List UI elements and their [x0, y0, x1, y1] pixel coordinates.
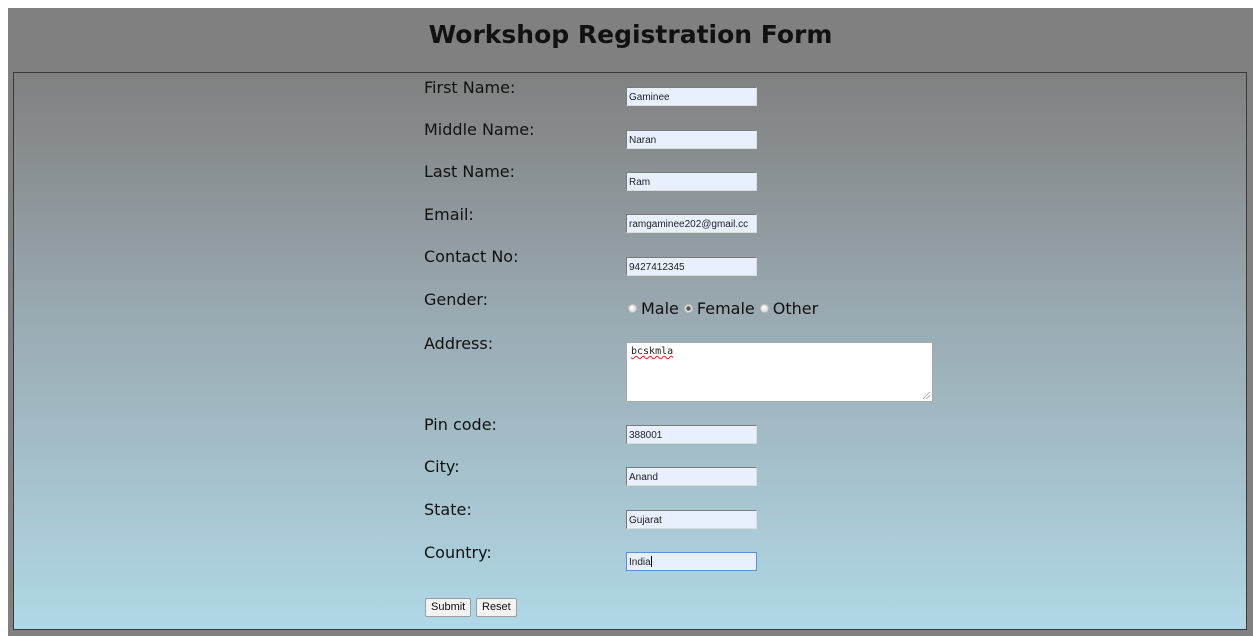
country-value: India	[629, 557, 651, 568]
pin-label: Pin code:	[424, 415, 497, 434]
gender-radio-group: Male Female Other	[628, 298, 823, 318]
gender-other-label: Other	[772, 298, 819, 318]
address-textarea[interactable]: bcskmla	[626, 342, 933, 402]
gender-label: Gender:	[424, 290, 489, 309]
last-name-label: Last Name:	[424, 162, 516, 181]
gender-option-female[interactable]: Female	[683, 298, 755, 318]
address-label: Address:	[424, 334, 494, 353]
first-name-label: First Name:	[424, 78, 516, 97]
pin-input[interactable]: 388001	[626, 425, 757, 444]
email-label: Email:	[424, 205, 474, 224]
middle-name-input[interactable]: Naran	[626, 130, 757, 149]
state-label: State:	[424, 500, 472, 519]
city-input[interactable]: Anand	[626, 467, 757, 486]
middle-name-label: Middle Name:	[424, 120, 535, 139]
address-value: bcskmla	[631, 346, 674, 357]
gender-male-label: Male	[641, 298, 679, 318]
page-title: Workshop Registration Form	[428, 20, 833, 49]
resize-grip-icon[interactable]	[923, 392, 930, 399]
text-caret	[650, 556, 652, 567]
gender-radio-male[interactable]	[628, 303, 637, 313]
gender-radio-female[interactable]	[683, 303, 693, 313]
email-input[interactable]: ramgaminee202@gmail.cc	[626, 214, 757, 233]
state-input[interactable]: Gujarat	[626, 510, 757, 529]
country-input[interactable]: India	[626, 552, 757, 571]
city-label: City:	[424, 457, 460, 476]
contact-input[interactable]: 9427412345	[626, 257, 757, 276]
gender-radio-other[interactable]	[759, 303, 769, 313]
contact-label: Contact No:	[424, 247, 519, 266]
last-name-input[interactable]: Ram	[626, 172, 757, 191]
reset-button[interactable]: Reset	[476, 598, 517, 617]
gender-option-other[interactable]: Other	[759, 298, 819, 318]
first-name-input[interactable]: Gaminee	[626, 87, 757, 106]
submit-button[interactable]: Submit	[425, 598, 472, 617]
gender-option-male[interactable]: Male	[628, 299, 679, 318]
country-label: Country:	[424, 543, 492, 562]
gender-female-label: Female	[696, 298, 755, 318]
